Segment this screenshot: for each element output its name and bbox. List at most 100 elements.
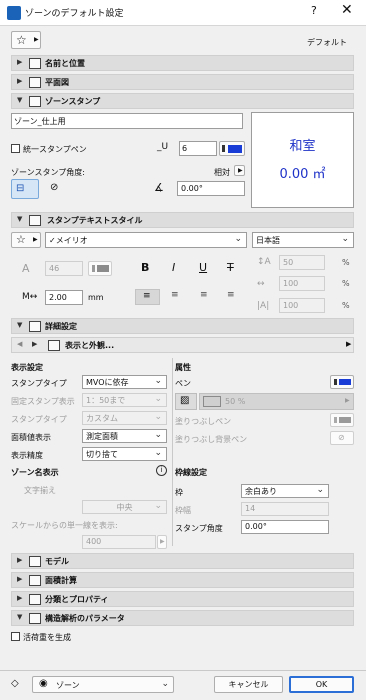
language-select[interactable]: 日本語 ⌄ (252, 232, 354, 248)
section-classification[interactable]: ▶ 分類とプロパティ (11, 591, 354, 607)
structural-icon (29, 613, 41, 624)
ok-button[interactable]: OK (289, 676, 354, 693)
stamp-angle-field-2[interactable]: 0.00° (241, 520, 329, 534)
next-page-button[interactable]: ▶ (32, 340, 37, 348)
chevron-down-icon: ⌄ (154, 501, 162, 511)
frame-select[interactable]: 余白あり ⌄ (241, 484, 329, 498)
text-width-field[interactable]: 2.00 (45, 290, 83, 305)
pen-icon: _U (157, 142, 169, 152)
collapse-icon: ▼ (17, 613, 23, 621)
pen-color-swatch (228, 145, 242, 153)
fill-pattern-select: 50 % ▶ (199, 393, 354, 410)
stamp-name-field[interactable]: ゾーン_仕上用 (11, 113, 243, 129)
area-calc-icon (29, 575, 41, 586)
section-zone-stamp[interactable]: ▼ ゾーンスタンプ (11, 93, 354, 109)
help-button[interactable]: ? (311, 4, 317, 17)
details-icon (29, 321, 41, 332)
text-color-swatch (97, 265, 109, 272)
expand-icon: ▶ (17, 575, 23, 583)
unified-pen-checkbox[interactable] (11, 144, 20, 153)
angle-rotated-button[interactable]: ⊘ (47, 179, 69, 199)
details-page-label[interactable]: 表示と外観... (65, 340, 114, 351)
align-left-icon: ≡ (143, 291, 151, 301)
prev-page-button[interactable]: ◀ (17, 340, 22, 348)
app-icon (7, 6, 21, 20)
chevron-down-icon: ⌄ (154, 394, 162, 404)
expand-icon: ▶ (17, 58, 23, 66)
zone-name-heading: ゾーン名表示 (11, 468, 59, 477)
stamp-type-select[interactable]: MVOに依存 ⌄ (82, 375, 167, 389)
layer-select[interactable]: ◉ ゾーン ⌄ (32, 676, 174, 693)
relative-menu-button[interactable]: ▶ (234, 165, 245, 176)
default-label: デフォルト (307, 38, 347, 47)
italic-button[interactable]: I (172, 261, 175, 274)
precision-label: 表示精度 (11, 451, 43, 460)
outline-pen-swatch[interactable] (330, 375, 354, 389)
align-left-button[interactable]: ≡ (135, 289, 160, 305)
section-structural[interactable]: ▼ 構造解析のパラメータ (11, 610, 354, 626)
stamp-pen-field[interactable]: 6 (179, 141, 217, 156)
fixed-stamp-select: 1：50まで ⌄ (82, 393, 167, 407)
underline-button[interactable]: U (199, 261, 207, 274)
chevron-right-icon: ▶ (34, 36, 39, 43)
unified-pen-label: 統一スタンプペン (23, 145, 87, 154)
char-width-field: 100 (279, 276, 325, 291)
scale-value-field: 400 (82, 535, 156, 549)
favorites-button[interactable]: ☆ ▶ (11, 31, 41, 49)
chevron-down-icon: ⌄ (154, 430, 162, 440)
window-title: ゾーンのデフォルト設定 (25, 9, 124, 19)
precision-select[interactable]: 切り捨て ⌄ (82, 447, 167, 461)
frame-width-label: 枠幅 (175, 506, 191, 515)
fill-pen-label: 塗りつぶしペン (175, 417, 232, 426)
collapse-icon: ▼ (17, 96, 23, 104)
stamp-horizontal-icon: ⊟ (16, 183, 25, 194)
align-center-icon[interactable]: ≡ (171, 290, 179, 300)
chevron-down-icon: ⌄ (316, 485, 324, 495)
section-model[interactable]: ▶ モデル (11, 553, 354, 569)
section-details[interactable]: ▼ 詳細設定 (11, 318, 354, 334)
stamp-preview: 和室 0.00 ㎡ (251, 112, 354, 208)
section-name-position[interactable]: ▶ 名前と位置 (11, 55, 354, 71)
char-height-icon: ↕A (257, 257, 271, 267)
text-favorites-button[interactable]: ☆ ▶ (11, 232, 41, 248)
pen-label: ペン (175, 379, 191, 388)
chevron-down-icon: ⌄ (234, 234, 242, 244)
angle-horizontal-button[interactable]: ⊟ (11, 179, 39, 199)
font-select[interactable]: ✓メイリオ ⌄ (45, 232, 247, 248)
scale-line-label: スケールからの単一線を表示: (11, 521, 118, 530)
expand-icon: ▶ (17, 594, 23, 602)
align-justify-icon[interactable]: ≡ (227, 290, 235, 300)
layer-icon: ◇ (11, 678, 19, 689)
area-display-label: 面積値表示 (11, 433, 51, 442)
display-settings-heading: 表示設定 (11, 363, 43, 372)
info-icon[interactable]: i (156, 465, 167, 476)
live-load-checkbox[interactable] (11, 632, 20, 641)
pen-color-swatch (339, 379, 351, 385)
stamp-pen-swatch[interactable] (219, 141, 245, 156)
attributes-heading: 属性 (175, 363, 191, 372)
cancel-button[interactable]: キャンセル (214, 676, 283, 693)
text-pen-swatch (88, 261, 112, 276)
fill-pattern-icon: ▨ (180, 395, 190, 406)
stamp-angle-field[interactable]: 0.00° (177, 181, 245, 196)
chevron-down-icon: ⌄ (154, 412, 162, 422)
section-area-calc[interactable]: ▶ 面積計算 (11, 572, 354, 588)
section-floor-plan[interactable]: ▶ 平面図 (11, 74, 354, 90)
close-button[interactable]: ✕ (341, 2, 353, 18)
area-display-select[interactable]: 測定面積 ⌄ (82, 429, 167, 443)
strikethrough-button[interactable]: T (227, 261, 234, 274)
fill-type-button[interactable]: ▨ (175, 393, 197, 410)
title-bar: ゾーンのデフォルト設定 ? ✕ (0, 0, 366, 26)
text-width-icon: M↔ (22, 292, 38, 302)
zone-stamp-icon (29, 96, 41, 107)
eye-icon: ◉ (39, 678, 48, 689)
bold-button[interactable]: B (141, 261, 149, 274)
tag-icon (29, 58, 41, 69)
expand-icon: ▶ (17, 77, 23, 85)
align-right-icon[interactable]: ≡ (200, 290, 208, 300)
chevron-right-icon: ▶ (238, 167, 243, 174)
stamp-rotated-icon: ⊘ (50, 182, 59, 193)
text-align-select: 中央 ⌄ (82, 500, 167, 514)
preview-zone-name: 和室 (289, 139, 316, 154)
section-stamp-text-style[interactable]: ▼ スタンプテキストスタイル (11, 212, 354, 228)
